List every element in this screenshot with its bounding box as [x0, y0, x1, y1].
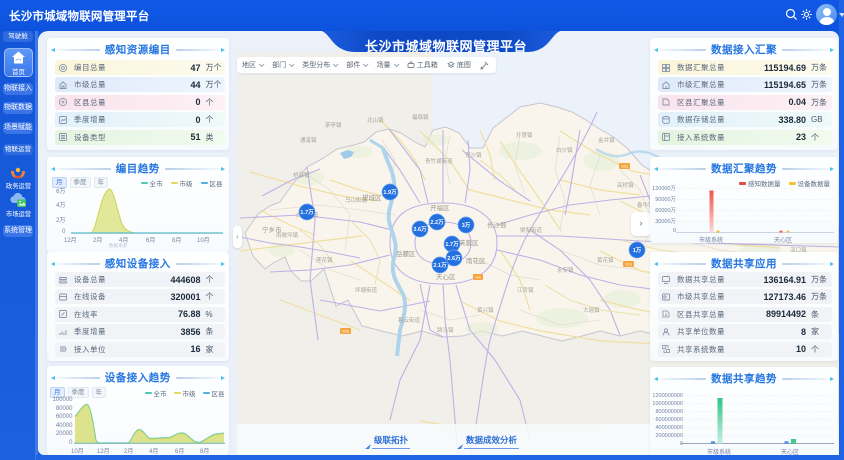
svg-text:1.9万: 1.9万: [383, 189, 397, 196]
svg-text:望城区: 望城区: [362, 193, 382, 202]
svg-text:暮云街道: 暮云街道: [398, 316, 421, 324]
svg-text:坪塘街道: 坪塘街道: [355, 286, 378, 294]
svg-text:宁乡市: 宁乡市: [262, 225, 282, 234]
svg-text:岳麓区: 岳麓区: [396, 249, 416, 258]
svg-text:2.1万: 2.1万: [433, 262, 447, 269]
svg-text:桥驿镇: 桥驿镇: [293, 171, 310, 179]
svg-text:跳马镇: 跳马镇: [437, 326, 454, 334]
svg-text:青竹湖街道: 青竹湖街道: [425, 157, 453, 165]
svg-text:黄花镇: 黄花镇: [597, 256, 614, 264]
svg-text:2.2万: 2.2万: [430, 219, 444, 226]
svg-text:芙蓉区: 芙蓉区: [459, 238, 479, 247]
svg-text:茶亭镇: 茶亭镇: [325, 121, 342, 129]
svg-text:G4: G4: [475, 275, 481, 280]
svg-text:天心区: 天心区: [436, 273, 456, 281]
svg-text:㮾梨街道: 㮾梨街道: [520, 226, 543, 234]
svg-text:长沙县: 长沙县: [487, 220, 507, 229]
svg-text:开慧镇: 开慧镇: [516, 131, 533, 139]
svg-text:黄兴镇: 黄兴镇: [477, 306, 494, 314]
svg-text:高桥镇: 高桥镇: [617, 181, 634, 189]
svg-text:大瑶镇: 大瑶镇: [583, 306, 600, 314]
svg-text:1.7万: 1.7万: [445, 241, 459, 248]
svg-text:开福区: 开福区: [430, 203, 450, 212]
svg-text:1.7万: 1.7万: [300, 209, 314, 216]
svg-text:福临镇: 福临镇: [412, 113, 429, 121]
svg-text:S31: S31: [621, 164, 629, 169]
svg-text:通溪镇: 通溪镇: [300, 136, 317, 144]
svg-text:白沙镇: 白沙镇: [556, 146, 573, 154]
svg-text:S19: S19: [625, 262, 633, 267]
svg-text:3.6万: 3.6万: [413, 226, 427, 233]
svg-text:1万: 1万: [633, 247, 642, 254]
svg-text:永安镇: 永安镇: [557, 266, 574, 274]
svg-text:2.6万: 2.6万: [447, 255, 461, 262]
svg-text:金井镇: 金井镇: [598, 136, 615, 144]
svg-text:莲花镇: 莲花镇: [316, 256, 333, 264]
svg-text:江背镇: 江背镇: [517, 286, 534, 294]
svg-text:安沙镇: 安沙镇: [465, 151, 482, 159]
svg-text:北山镇: 北山镇: [367, 116, 384, 124]
svg-text:3万: 3万: [462, 222, 471, 229]
svg-text:S50: S50: [342, 329, 350, 334]
svg-text:雨花区: 雨花区: [466, 256, 486, 265]
